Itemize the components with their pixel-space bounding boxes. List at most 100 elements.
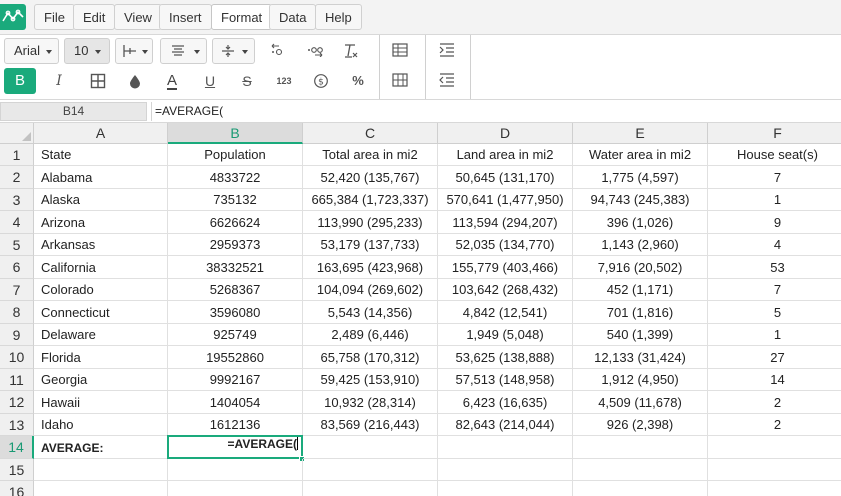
cell-b9[interactable]: 925749 [168,324,303,346]
column-header-b[interactable]: B [168,123,303,144]
underline-button[interactable]: U [196,69,224,93]
cell-f16[interactable] [708,481,841,496]
menu-data[interactable]: Data [269,4,317,30]
font-family-dropdown[interactable]: Arial [4,38,59,64]
cell-f4[interactable]: 9 [708,211,841,234]
cell-d11[interactable]: 57,513 (148,958) [438,369,573,391]
cell-e3[interactable]: 94,743 (245,383) [573,189,708,211]
cell-b6[interactable]: 38332521 [168,256,303,279]
cell-a6[interactable]: California [34,256,168,279]
table-format-button[interactable] [386,69,414,93]
formula-input[interactable]: =AVERAGE( [151,102,841,121]
number-format-button[interactable]: 123 [270,69,298,93]
cell-e5[interactable]: 1,143 (2,960) [573,234,708,256]
text-color-button[interactable]: A [158,68,186,92]
font-size-dropdown[interactable]: 10 [64,38,110,64]
cell-b15[interactable] [168,459,303,481]
cell-f11[interactable]: 14 [708,369,841,391]
column-header-a[interactable]: A [34,123,168,144]
row-header-1[interactable]: 1 [0,144,34,166]
row-header-6[interactable]: 6 [0,256,34,279]
cell-a10[interactable]: Florida [34,346,168,369]
cell-d6[interactable]: 155,779 (403,466) [438,256,573,279]
cell-c2[interactable]: 52,420 (135,767) [303,166,438,189]
cell-b3[interactable]: 735132 [168,189,303,211]
cell-d14[interactable] [438,436,573,459]
cell-f6[interactable]: 53 [708,256,841,279]
cell-e4[interactable]: 396 (1,026) [573,211,708,234]
row-header-11[interactable]: 11 [0,369,34,391]
menu-help[interactable]: Help [315,4,362,30]
cell-b11[interactable]: 9992167 [168,369,303,391]
cell-f14[interactable] [708,436,841,459]
row-header-14[interactable]: 14 [0,436,34,459]
row-header-7[interactable]: 7 [0,279,34,301]
increase-indent-button[interactable] [433,39,461,63]
cell-c9[interactable]: 2,489 (6,446) [303,324,438,346]
row-header-16[interactable]: 16 [0,481,34,496]
cell-a1[interactable]: State [34,144,168,166]
cell-f9[interactable]: 1 [708,324,841,346]
row-header-8[interactable]: 8 [0,301,34,324]
cell-d3[interactable]: 570,641 (1,477,950) [438,189,573,211]
cell-c1[interactable]: Total area in mi2 [303,144,438,166]
currency-format-button[interactable]: $ [307,69,335,93]
borders-dropdown[interactable] [115,38,153,64]
cell-a8[interactable]: Connecticut [34,301,168,324]
cell-c6[interactable]: 163,695 (423,968) [303,256,438,279]
clear-formatting-button[interactable] [337,39,365,63]
cell-b10[interactable]: 19552860 [168,346,303,369]
cell-b7[interactable]: 5268367 [168,279,303,301]
column-header-d[interactable]: D [438,123,573,144]
italic-button[interactable]: I [45,69,73,93]
cell-d15[interactable] [438,459,573,481]
cell-b2[interactable]: 4833722 [168,166,303,189]
cell-borders-button[interactable] [84,69,112,93]
row-header-12[interactable]: 12 [0,391,34,414]
cell-b1[interactable]: Population [168,144,303,166]
cell-f15[interactable] [708,459,841,481]
cell-d5[interactable]: 52,035 (134,770) [438,234,573,256]
app-logo-icon[interactable] [0,4,26,30]
row-header-4[interactable]: 4 [0,211,34,234]
decrease-decimal-button[interactable] [264,39,292,63]
cell-e15[interactable] [573,459,708,481]
cell-e14[interactable] [573,436,708,459]
row-header-2[interactable]: 2 [0,166,34,189]
column-header-c[interactable]: C [303,123,438,144]
menu-file[interactable]: File [34,4,75,30]
row-header-5[interactable]: 5 [0,234,34,256]
row-header-9[interactable]: 9 [0,324,34,346]
cell-d1[interactable]: Land area in mi2 [438,144,573,166]
cell-e2[interactable]: 1,775 (4,597) [573,166,708,189]
menu-view[interactable]: View [114,4,162,30]
cell-e9[interactable]: 540 (1,399) [573,324,708,346]
cell-f12[interactable]: 2 [708,391,841,414]
cell-a11[interactable]: Georgia [34,369,168,391]
percent-format-button[interactable]: % [344,69,372,93]
menu-format[interactable]: Format [211,4,273,30]
cell-f5[interactable]: 4 [708,234,841,256]
cell-d16[interactable] [438,481,573,496]
cell-e11[interactable]: 1,912 (4,950) [573,369,708,391]
decrease-indent-button[interactable] [433,69,461,93]
cell-c7[interactable]: 104,094 (269,602) [303,279,438,301]
cell-f3[interactable]: 1 [708,189,841,211]
column-header-f[interactable]: F [708,123,841,144]
cell-d7[interactable]: 103,642 (268,432) [438,279,573,301]
fill-color-button[interactable] [121,69,149,93]
cell-c11[interactable]: 59,425 (153,910) [303,369,438,391]
menu-edit[interactable]: Edit [73,4,116,30]
cell-e7[interactable]: 452 (1,171) [573,279,708,301]
cell-a15[interactable] [34,459,168,481]
cell-d9[interactable]: 1,949 (5,048) [438,324,573,346]
cell-f10[interactable]: 27 [708,346,841,369]
row-header-3[interactable]: 3 [0,189,34,211]
cell-a13[interactable]: Idaho [34,414,168,436]
cell-e16[interactable] [573,481,708,496]
cell-c8[interactable]: 5,543 (14,356) [303,301,438,324]
cell-b4[interactable]: 6626624 [168,211,303,234]
cell-e1[interactable]: Water area in mi2 [573,144,708,166]
cell-f13[interactable]: 2 [708,414,841,436]
cell-a5[interactable]: Arkansas [34,234,168,256]
